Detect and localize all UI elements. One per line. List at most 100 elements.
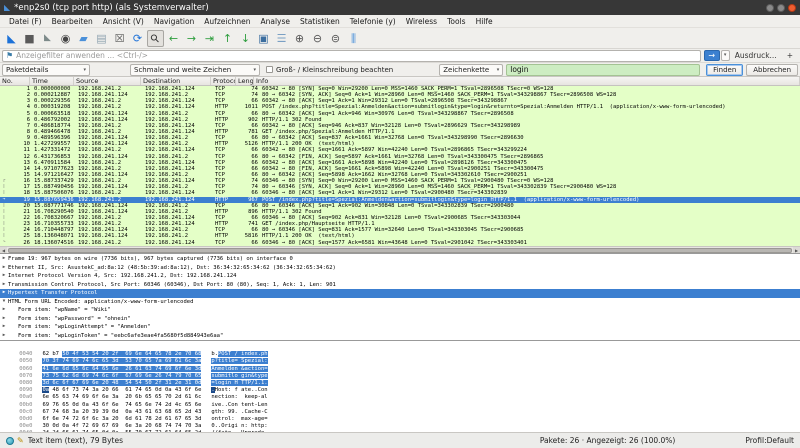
- go-back-icon[interactable]: ←: [165, 30, 182, 47]
- hex-byte-segment[interactable]: 30 0d 0a 4f 72 69 67 69 6e 3a 20 68 74 7…: [42, 423, 201, 429]
- expander-icon[interactable]: ▶: [0, 255, 8, 264]
- expander-icon[interactable]: ▶: [0, 323, 8, 332]
- go-first-packet-icon[interactable]: ↑: [219, 30, 236, 47]
- restart-capture-icon[interactable]: ◣: [39, 30, 56, 47]
- charset-combo[interactable]: Schmale und weite Zeichen▾: [130, 64, 260, 76]
- add-filter-button[interactable]: +: [782, 51, 798, 60]
- save-file-icon[interactable]: ▤: [93, 30, 110, 47]
- hex-byte-segment[interactable]: 73 75 62 6d 69 74 6c 6f 67 69 6e 26 74 7…: [42, 373, 201, 379]
- expander-icon[interactable]: ▶: [0, 315, 8, 324]
- expander-icon[interactable]: ▶: [0, 272, 8, 281]
- detail-line[interactable]: ▶ Ethernet II, Src: AsustekC_ad:8a:12 (4…: [0, 264, 800, 273]
- detail-line[interactable]: ▶ Transmission Control Protocol, Src Por…: [0, 281, 800, 290]
- hex-byte-segment[interactable]: 69 76 65 0d 0a 43 6f 6e 74 65 6e 74 2d 4…: [42, 402, 201, 408]
- menu-item[interactable]: Datei (F): [4, 17, 47, 26]
- hex-byte-segment[interactable]: 67 74 68 3a 20 39 39 0d 0a 43 61 63 68 6…: [42, 409, 201, 415]
- menu-item[interactable]: Tools: [442, 17, 470, 26]
- minimize-button[interactable]: [766, 4, 774, 12]
- menu-item[interactable]: Hilfe: [471, 17, 498, 26]
- reload-icon[interactable]: ⟳: [129, 30, 146, 47]
- ascii-segment[interactable]: POST / index.ph: [218, 351, 268, 357]
- expression-button[interactable]: Ausdruck...: [730, 51, 782, 60]
- filter-history-dropdown[interactable]: ▾: [721, 50, 730, 61]
- ascii-segment[interactable]: ontrol: max-age=: [211, 416, 267, 422]
- detail-line[interactable]: ▶ Form item: "wpName" = "Wiki": [0, 306, 800, 315]
- column-source[interactable]: Source: [74, 77, 141, 85]
- column-no[interactable]: No.: [0, 77, 30, 85]
- detail-line[interactable]: ▶ Frame 19: 967 bytes on wire (7736 bits…: [0, 255, 800, 264]
- hex-byte-segment[interactable]: 62 b7: [42, 351, 62, 357]
- expander-icon[interactable]: ▶: [0, 281, 8, 290]
- expander-icon[interactable]: ▶: [0, 306, 8, 315]
- menu-item[interactable]: Ansicht (V): [98, 17, 149, 26]
- hex-byte-segment[interactable]: 48 6f 73 74 3a 20 66 61 74 65 0d 0a 43 6…: [49, 387, 201, 393]
- column-length[interactable]: Length: [236, 77, 254, 85]
- ascii-segment[interactable]: ive..Con tent-Len: [211, 402, 267, 408]
- hex-row[interactable]: 0040 62 b7 50 4f 53 54 20 2f 69 6e 64 65…: [6, 344, 800, 351]
- expander-icon[interactable]: ▶: [0, 289, 8, 298]
- menu-item[interactable]: Telefonie (y): [345, 17, 401, 26]
- column-info[interactable]: Info: [254, 77, 800, 85]
- open-file-icon[interactable]: ▰: [75, 30, 92, 47]
- detail-line[interactable]: ▶ Form item: "wpLoginAttempt" = "Anmelde…: [0, 323, 800, 332]
- hex-byte-segment[interactable]: 50 4f 53 54 20 2f 69 6e 64 65 78 2e 70 6…: [62, 351, 201, 357]
- stop-capture-icon[interactable]: ■: [21, 30, 38, 47]
- zoom-in-icon[interactable]: ⊕: [291, 30, 308, 47]
- cancel-button[interactable]: Abbrechen: [746, 64, 798, 76]
- case-sensitive-checkbox[interactable]: Groß- / Kleinschreibung beachten: [266, 66, 393, 74]
- filter-bookmark-icon[interactable]: ⚑: [6, 51, 13, 60]
- ascii-segment[interactable]: nection: keep-al: [211, 394, 267, 400]
- menu-item[interactable]: Aufzeichnen: [199, 17, 255, 26]
- expander-icon[interactable]: ▶: [0, 264, 8, 273]
- go-to-packet-icon[interactable]: ⇥: [201, 30, 218, 47]
- detail-line[interactable]: ▶ Form item: "wpLoginToken" = "eebc6afe3…: [0, 332, 800, 341]
- expander-icon[interactable]: ▶: [0, 332, 8, 341]
- colorize-icon[interactable]: ☰: [273, 30, 290, 47]
- ascii-segment[interactable]: gth: 99. .Cache-C: [211, 409, 267, 415]
- detail-line[interactable]: ▼ HTML Form URL Encoded: application/x-w…: [0, 298, 800, 307]
- go-last-packet-icon[interactable]: ↓: [237, 30, 254, 47]
- apply-filter-button[interactable]: →: [704, 50, 720, 61]
- ascii-segment[interactable]: p?title= Spezial:: [211, 358, 267, 364]
- zoom-out-icon[interactable]: ⊖: [309, 30, 326, 47]
- ascii-segment[interactable]: b.: [211, 351, 218, 357]
- find-button[interactable]: Finden: [706, 64, 743, 76]
- expander-icon[interactable]: ▼: [0, 298, 8, 307]
- resize-columns-icon[interactable]: ⫼: [345, 30, 362, 47]
- display-filter-input[interactable]: ⚑ Anzeigefilter anwenden ... <Ctrl-/>: [2, 50, 701, 62]
- hex-byte-segment[interactable]: 41 6e 6d 65 6c 64 65 6e 26 61 63 74 69 6…: [42, 366, 201, 372]
- menu-item[interactable]: Navigation: [149, 17, 199, 26]
- search-input[interactable]: login: [506, 64, 700, 76]
- ascii-segment[interactable]: Host: f ate..Con: [215, 387, 268, 393]
- hex-byte-segment[interactable]: 3d 6c 6f 67 69 6e 20 48 54 54 50 2f 31 2…: [42, 380, 201, 386]
- column-protocol[interactable]: Protocol: [211, 77, 236, 85]
- packet-row[interactable]: └ 26 18.136074516 192.168.241.2 192.168.…: [0, 240, 800, 246]
- ascii-segment[interactable]: submitlo gin&type: [211, 373, 267, 379]
- maximize-button[interactable]: [777, 4, 785, 12]
- detail-line[interactable]: ▶ Form item: "wpPassword" = "ohnein": [0, 315, 800, 324]
- ascii-segment[interactable]: 0..Origi n: http:: [211, 423, 267, 429]
- search-type-combo[interactable]: Zeichenkette▾: [439, 64, 503, 76]
- ascii-segment[interactable]: Anmelden &action=: [211, 366, 267, 372]
- zoom-original-icon[interactable]: ⊜: [327, 30, 344, 47]
- checkbox-box[interactable]: [266, 66, 273, 73]
- column-destination[interactable]: Destination: [141, 77, 211, 85]
- expert-info-icon[interactable]: [6, 437, 14, 445]
- hex-byte-segment[interactable]: 70 3f 74 69 74 6c 65 3d 53 70 65 7a 69 6…: [42, 358, 201, 364]
- detail-line[interactable]: ▶ Internet Protocol Version 4, Src: 192.…: [0, 272, 800, 281]
- packet-list-hscrollbar[interactable]: ◀ ▶: [0, 246, 800, 253]
- scrollbar-thumb[interactable]: [8, 248, 792, 253]
- menu-item[interactable]: Analyse: [255, 17, 295, 26]
- search-scope-combo[interactable]: Paketdetails▾: [2, 64, 90, 76]
- close-button[interactable]: [788, 4, 796, 12]
- hex-byte-segment[interactable]: 6e 65 63 74 69 6f 6e 3a 20 6b 65 65 70 2…: [42, 394, 201, 400]
- close-file-icon[interactable]: ☒: [111, 30, 128, 47]
- find-packet-icon[interactable]: ⚲: [147, 30, 164, 47]
- start-capture-icon[interactable]: ◣: [3, 30, 20, 47]
- menu-item[interactable]: Statistiken: [295, 17, 345, 26]
- autoscroll-icon[interactable]: ▣: [255, 30, 272, 47]
- column-time[interactable]: Time: [30, 77, 74, 85]
- profile-label[interactable]: Profil:Default: [745, 436, 794, 445]
- hex-byte-segment[interactable]: 6f 6e 74 72 6f 6c 3a 20 6d 61 78 2d 61 6…: [42, 416, 201, 422]
- detail-line[interactable]: ▶ Hypertext Transfer Protocol: [0, 289, 800, 298]
